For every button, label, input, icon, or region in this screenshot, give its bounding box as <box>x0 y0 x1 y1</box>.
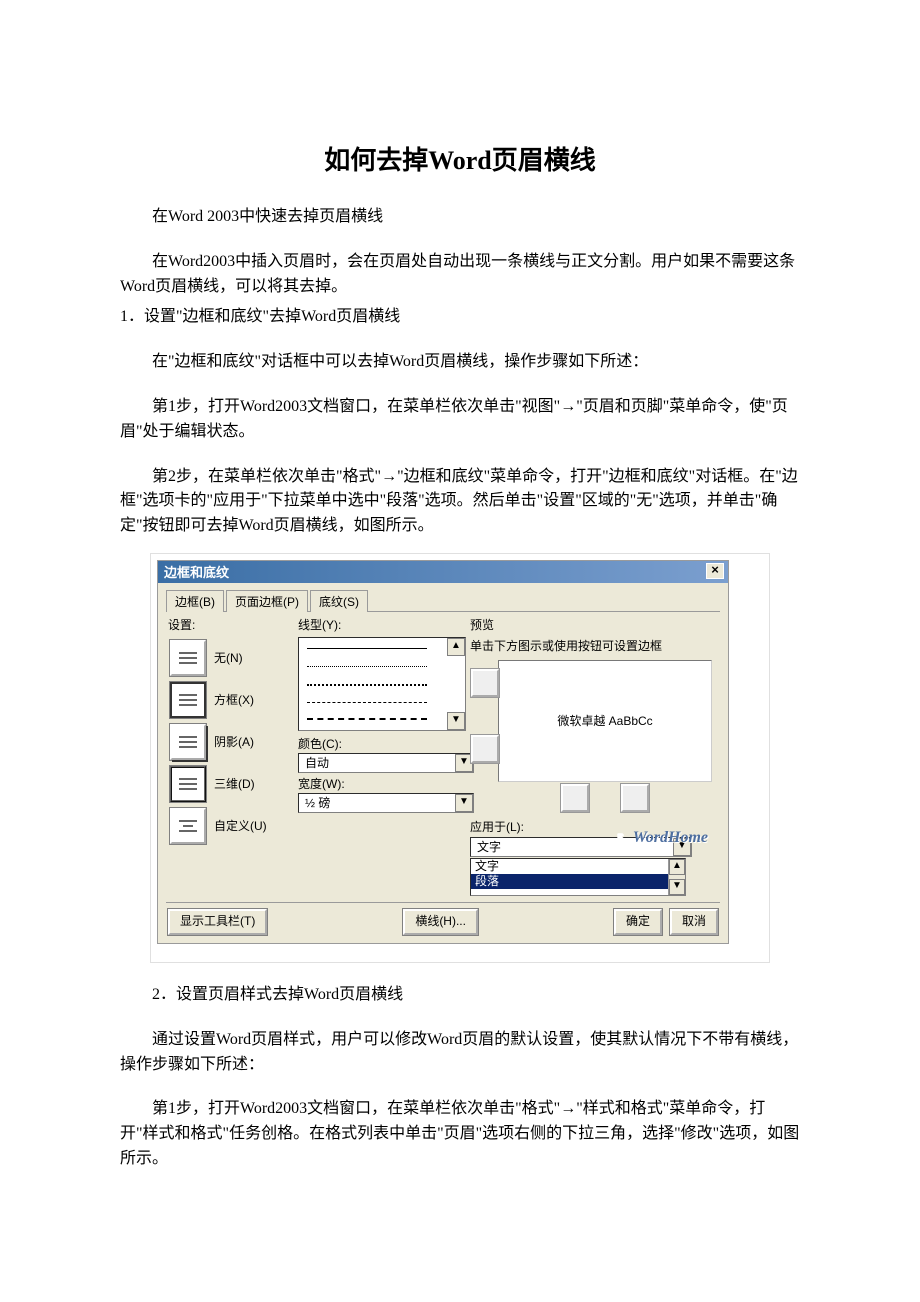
show-toolbar-button[interactable]: 显示工具栏(T) <box>168 909 267 935</box>
setting-shadow-label: 阴影(A) <box>214 733 254 750</box>
width-combobox[interactable]: ½ 磅 ▼ <box>298 793 474 813</box>
cursor-icon: ↖ <box>615 828 628 848</box>
apply-to-dropdown-list[interactable]: 文字 段落 ▲ ▼ <box>470 858 686 896</box>
line-style-label: 线型(Y): <box>298 616 466 633</box>
border-bottom-icon[interactable] <box>471 735 499 763</box>
setting-none-label: 无(N) <box>214 649 243 666</box>
setting-box-icon <box>170 682 206 718</box>
setting-shadow-icon <box>170 724 206 760</box>
setting-none-icon <box>170 640 206 676</box>
setting-3d[interactable]: 三维(D) <box>170 766 294 802</box>
setting-label: 设置: <box>168 616 294 633</box>
horizontal-line-button[interactable]: 横线(H)... <box>403 909 478 935</box>
scroll-up-icon[interactable]: ▲ <box>447 638 465 656</box>
cancel-button[interactable]: 取消 <box>670 909 718 935</box>
paragraph: 通过设置Word页眉样式，用户可以修改Word页眉的默认设置，使其默认情况下不带… <box>120 1028 800 1078</box>
apply-to-value: 文字 <box>477 838 501 855</box>
dialog-titlebar: 边框和底纹 × <box>158 561 728 583</box>
width-label: 宽度(W): <box>298 775 466 792</box>
color-combobox[interactable]: 自动 ▼ <box>298 753 474 773</box>
setting-custom-label: 自定义(U) <box>214 817 267 834</box>
scroll-down-icon[interactable]: ▼ <box>447 712 465 730</box>
color-label: 颜色(C): <box>298 735 466 752</box>
borders-shading-dialog: 边框和底纹 × 边框(B) 页面边框(P) 底纹(S) 设置: 无(N) <box>157 560 729 944</box>
setting-box[interactable]: 方框(X) <box>170 682 294 718</box>
dialog-title: 边框和底纹 <box>164 562 229 581</box>
setting-box-label: 方框(X) <box>214 691 254 708</box>
width-value: ½ 磅 <box>305 794 330 811</box>
scroll-up-icon[interactable]: ▲ <box>669 859 685 875</box>
setting-3d-icon <box>170 766 206 802</box>
paragraph: 在"边框和底纹"对话框中可以去掉Word页眉横线，操作步骤如下所述： <box>120 350 800 375</box>
paragraph: 第1步，打开Word2003文档窗口，在菜单栏依次单击"视图"→"页眉和页脚"菜… <box>120 395 800 445</box>
setting-custom-icon <box>170 808 206 844</box>
setting-shadow[interactable]: 阴影(A) <box>170 724 294 760</box>
watermark: ↖ WordHome <box>615 828 708 848</box>
apply-option-paragraph[interactable]: 段落 <box>471 874 685 889</box>
tab-shading[interactable]: 底纹(S) <box>310 590 368 612</box>
close-icon[interactable]: × <box>706 563 724 579</box>
setting-3d-label: 三维(D) <box>214 775 255 792</box>
border-left-icon[interactable] <box>561 784 589 812</box>
color-value: 自动 <box>305 754 329 771</box>
setting-custom[interactable]: 自定义(U) <box>170 808 294 844</box>
dialog-figure: 边框和底纹 × 边框(B) 页面边框(P) 底纹(S) 设置: 无(N) <box>150 553 770 963</box>
tab-border[interactable]: 边框(B) <box>166 590 224 612</box>
preview-hint: 单击下方图示或使用按钮可设置边框 <box>470 637 718 654</box>
border-top-icon[interactable] <box>471 669 499 697</box>
page-title: 如何去掉Word页眉横线 <box>120 140 800 177</box>
border-right-icon[interactable] <box>621 784 649 812</box>
heading-method-2: 2．设置页眉样式去掉Word页眉横线 <box>120 983 800 1008</box>
apply-option-text[interactable]: 文字 <box>471 859 685 874</box>
line-style-listbox[interactable]: ▲ ▼ <box>298 637 466 731</box>
preview-sample-text: 微软卓越 AaBbCc <box>557 712 652 729</box>
ok-button[interactable]: 确定 <box>614 909 662 935</box>
setting-none[interactable]: 无(N) <box>170 640 294 676</box>
scroll-down-icon[interactable]: ▼ <box>669 879 685 895</box>
preview-area: 微软卓越 AaBbCc <box>498 660 712 782</box>
paragraph: 在Word 2003中快速去掉页眉横线 <box>120 205 800 230</box>
tab-page-border[interactable]: 页面边框(P) <box>226 590 308 612</box>
heading-method-1: 1．设置"边框和底纹"去掉Word页眉横线 <box>120 305 800 330</box>
preview-label: 预览 <box>470 616 718 633</box>
paragraph: 在Word2003中插入页眉时，会在页眉处自动出现一条横线与正文分割。用户如果不… <box>120 250 800 300</box>
paragraph: 第1步，打开Word2003文档窗口，在菜单栏依次单击"格式"→"样式和格式"菜… <box>120 1097 800 1171</box>
paragraph: 第2步，在菜单栏依次单击"格式"→"边框和底纹"菜单命令，打开"边框和底纹"对话… <box>120 465 800 539</box>
